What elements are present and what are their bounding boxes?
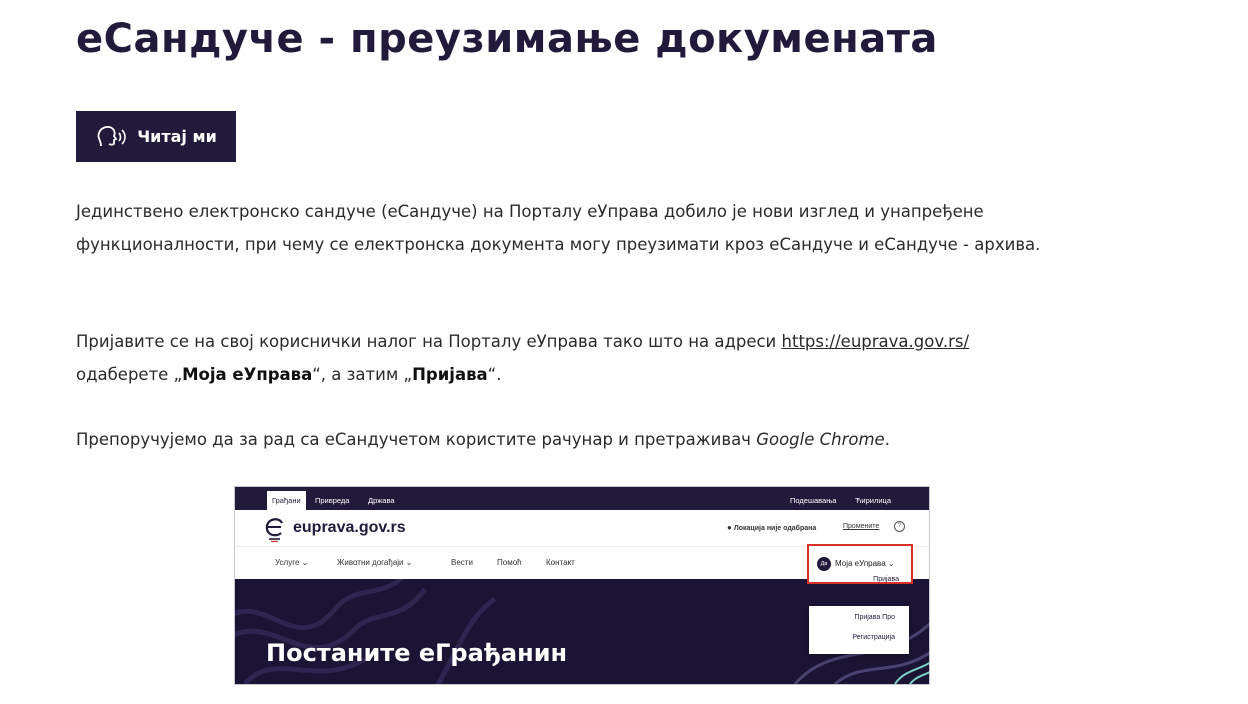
screenshot-nav-services: Услуге ⌄ (275, 558, 309, 567)
screenshot-menu-register: Регистрација (852, 634, 895, 641)
screenshot-location: ● Локација није одабрана (727, 523, 817, 532)
screenshot-change-link: Промените (843, 523, 880, 530)
screenshot-avatar: Дв (817, 557, 831, 571)
screenshot-tab-state: Држава (368, 496, 395, 505)
read-aloud-button[interactable]: Читај ми (76, 111, 236, 162)
intro-paragraph: Јединствено електронско сандуче (еСандуч… (76, 202, 1041, 254)
help-icon: ? (894, 521, 905, 532)
euprava-screenshot: Грађани Привреда Држава Подешавања Ћирил… (234, 486, 930, 685)
screenshot-account-highlight: Дв Моја еУправа ⌄ Пријава (807, 544, 913, 584)
screenshot-logo-text: euprava.gov.rs (293, 519, 406, 536)
screenshot-nav-contact: Контакт (546, 558, 575, 567)
screenshot-nav-news: Вести (451, 558, 473, 567)
screenshot-account-dropdown: Пријава Про Регистрација (809, 606, 909, 654)
recommendation-paragraph: Препоручујемо да за рад са еСандучетом к… (76, 430, 890, 449)
screenshot-header: euprava.gov.rs ● Локација није одабрана П… (235, 510, 929, 547)
login-paragraph: Пријавите се на свој кориснички налог на… (76, 332, 970, 384)
euprava-logo-icon (265, 518, 283, 542)
screenshot-menu-login: Пријава (873, 576, 899, 583)
screenshot-account-label: Моја еУправа ⌄ (835, 559, 895, 568)
screenshot-menu-login-pro: Пријава Про (854, 614, 895, 621)
screenshot-nav-life-events: Животни догађаји ⌄ (337, 558, 413, 567)
screenshot-settings: Подешавања (790, 496, 837, 505)
moja-euprava-bold: Моја еУправа (182, 365, 313, 384)
screenshot-tab-business: Привреда (315, 496, 350, 505)
euprava-link[interactable]: https://euprava.gov.rs/ (782, 332, 969, 351)
read-aloud-label: Читај ми (137, 127, 217, 146)
page-title: еСандуче - преузимање докумената (76, 16, 938, 62)
screenshot-top-bar: Грађани Привреда Држава Подешавања Ћирил… (235, 487, 929, 510)
prijava-bold: Пријава (412, 365, 488, 384)
screenshot-nav-help: Помоћ (497, 558, 522, 567)
browser-name: Google Chrome (756, 430, 885, 449)
screenshot-hero-title: Постаните еГрађанин (266, 639, 568, 667)
screenshot-script: Ћирилица (855, 496, 891, 505)
location-pin-icon: ● (727, 523, 732, 532)
speaker-head-icon (97, 125, 127, 146)
screenshot-tab-citizens: Грађани (267, 491, 306, 510)
